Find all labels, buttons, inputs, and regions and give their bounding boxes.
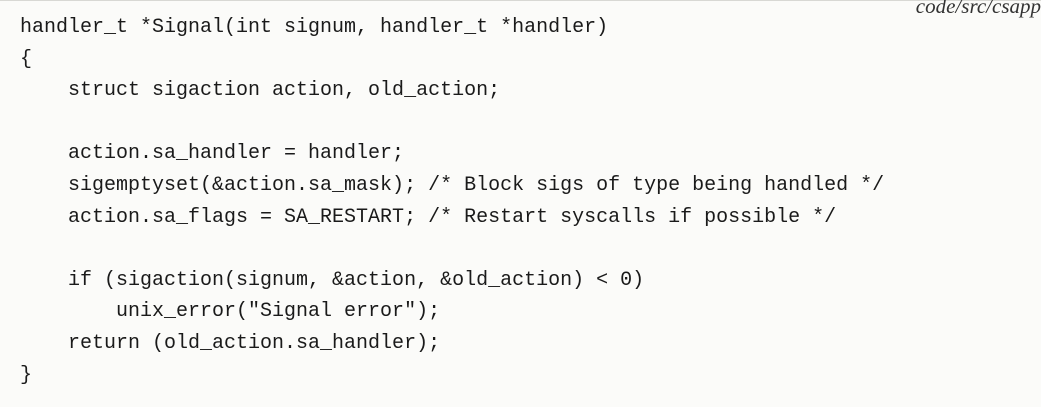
top-rule [0, 0, 1041, 1]
code-line-7: action.sa_flags = SA_RESTART; /* Restart… [20, 205, 837, 229]
code-line-10: unix_error("Signal error"); [20, 300, 441, 324]
code-line-9: if (sigaction(signum, &action, &old_acti… [20, 268, 645, 292]
code-listing: handler_t *Signal(int signum, handler_t … [20, 12, 884, 391]
document-page: code/src/csapp handler_t *Signal(int sig… [0, 0, 1041, 407]
code-line-11: return (old_action.sa_handler); [20, 331, 441, 355]
code-line-6: sigemptyset(&action.sa_mask); /* Block s… [20, 173, 885, 197]
code-line-1: handler_t *Signal(int signum, handler_t … [20, 16, 609, 39]
code-line-2: { [20, 47, 33, 71]
code-line-3: struct sigaction action, old_action; [20, 79, 501, 103]
code-line-5: action.sa_handler = handler; [20, 142, 405, 166]
file-path-label: code/src/csapp [915, 0, 1041, 18]
code-line-12: } [20, 363, 33, 387]
